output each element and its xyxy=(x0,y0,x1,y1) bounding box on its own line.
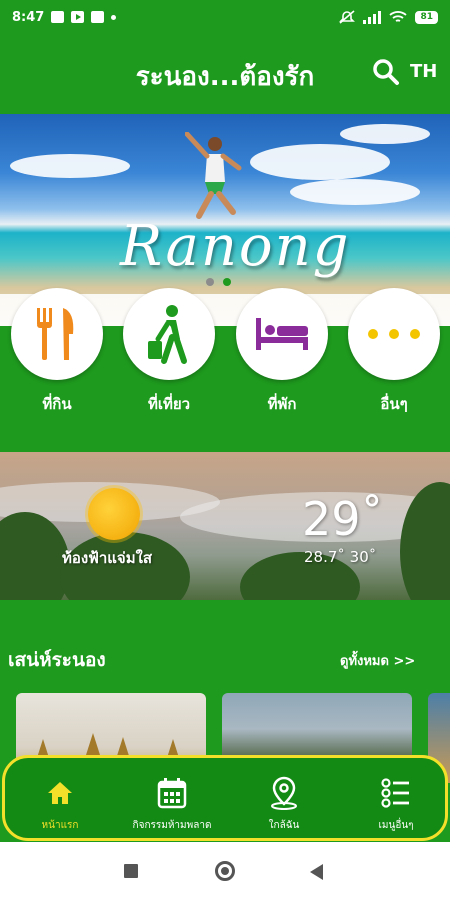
home-button[interactable] xyxy=(215,861,235,881)
category-row: ที่กิน ที่เที่ยว ที่พัก อื่นๆ xyxy=(0,288,450,418)
category-label: ที่กิน xyxy=(42,395,72,413)
youtube-icon xyxy=(71,11,85,23)
dot-icon xyxy=(111,14,117,20)
category-label: อื่นๆ xyxy=(380,395,408,413)
fork-knife-icon xyxy=(37,308,74,360)
temperature-range: 28.7˚ 30˚ xyxy=(304,548,377,566)
bottom-navigation: หน้าแรก กิจกรรมห้ามพลาด ใกล้ฉัน เมนูอื่น… xyxy=(2,755,448,841)
signal-icon xyxy=(363,10,382,24)
notification-icon xyxy=(51,11,65,23)
wifi-icon xyxy=(389,11,408,22)
nav-home[interactable]: หน้าแรก xyxy=(5,776,115,833)
carousel-dot[interactable] xyxy=(206,278,214,286)
nav-icon-wrap xyxy=(5,776,115,810)
temperature: 29˚ xyxy=(302,492,384,546)
search-icon[interactable] xyxy=(372,58,400,86)
cloud-shape xyxy=(10,154,130,178)
app-header: ระนอง...ต้องรัก TH xyxy=(0,34,450,114)
nav-label: ใกล้ฉัน xyxy=(268,820,300,831)
category-circle xyxy=(11,288,103,380)
nav-nearby[interactable]: ใกล้ฉัน xyxy=(229,776,339,833)
category-more[interactable]: อื่นๆ xyxy=(348,288,440,416)
status-right: 81 xyxy=(339,10,438,24)
back-button[interactable] xyxy=(310,864,323,880)
carousel-indicator xyxy=(206,278,231,286)
language-toggle[interactable]: TH xyxy=(410,61,437,82)
status-bar: 8:47 81 xyxy=(0,0,450,34)
status-time: 8:47 xyxy=(12,9,45,25)
bed-icon xyxy=(256,318,308,350)
nav-more-menu[interactable]: เมนูอื่นๆ xyxy=(341,776,450,833)
category-label: ที่เที่ยว xyxy=(147,395,191,413)
system-navigation-bar xyxy=(0,842,450,900)
carousel-dot-active[interactable] xyxy=(223,278,231,286)
category-circle xyxy=(123,288,215,380)
category-stay[interactable]: ที่พัก xyxy=(236,288,328,416)
hero-title: Ranong xyxy=(120,214,351,279)
roof-shape xyxy=(86,733,100,755)
mute-icon xyxy=(339,10,356,24)
category-label: ที่พัก xyxy=(267,395,297,413)
battery-indicator: 81 xyxy=(415,10,438,24)
sunny-icon xyxy=(88,488,140,540)
category-circle xyxy=(236,288,328,380)
cloud-shape xyxy=(250,144,390,180)
recents-button[interactable] xyxy=(124,864,138,878)
nav-icon-wrap xyxy=(341,776,450,810)
cloud-shape xyxy=(290,179,420,205)
list-menu-icon xyxy=(381,778,409,808)
nav-label: หน้าแรก xyxy=(41,820,79,831)
nav-label: เมนูอื่นๆ xyxy=(378,820,414,831)
jumping-person-image xyxy=(185,132,242,219)
traveler-icon xyxy=(148,305,187,364)
calendar-icon xyxy=(157,778,187,809)
status-left: 8:47 xyxy=(12,9,117,25)
more-dots-icon xyxy=(368,329,420,339)
weather-description: ท้องฟ้าแจ่มใส xyxy=(62,549,153,567)
category-travel[interactable]: ที่เที่ยว xyxy=(123,288,215,416)
tree-shape xyxy=(0,512,70,600)
category-circle xyxy=(348,288,440,380)
location-pin-icon xyxy=(271,776,297,810)
cloud-shape xyxy=(340,124,430,144)
nav-events[interactable]: กิจกรรมห้ามพลาด xyxy=(117,776,227,833)
image-icon xyxy=(91,11,105,23)
category-eat[interactable]: ที่กิน xyxy=(11,288,103,416)
section-title: เสน่ห์ระนอง xyxy=(8,649,106,671)
nav-icon-wrap xyxy=(229,776,339,810)
nav-label: กิจกรรมห้ามพลาด xyxy=(132,820,212,831)
home-icon xyxy=(48,782,72,804)
nav-icon-wrap xyxy=(117,776,227,810)
weather-panel[interactable]: ท้องฟ้าแจ่มใส 29˚ 28.7˚ 30˚ xyxy=(0,452,450,600)
see-all-link[interactable]: ดูทั้งหมด >> xyxy=(340,650,415,671)
